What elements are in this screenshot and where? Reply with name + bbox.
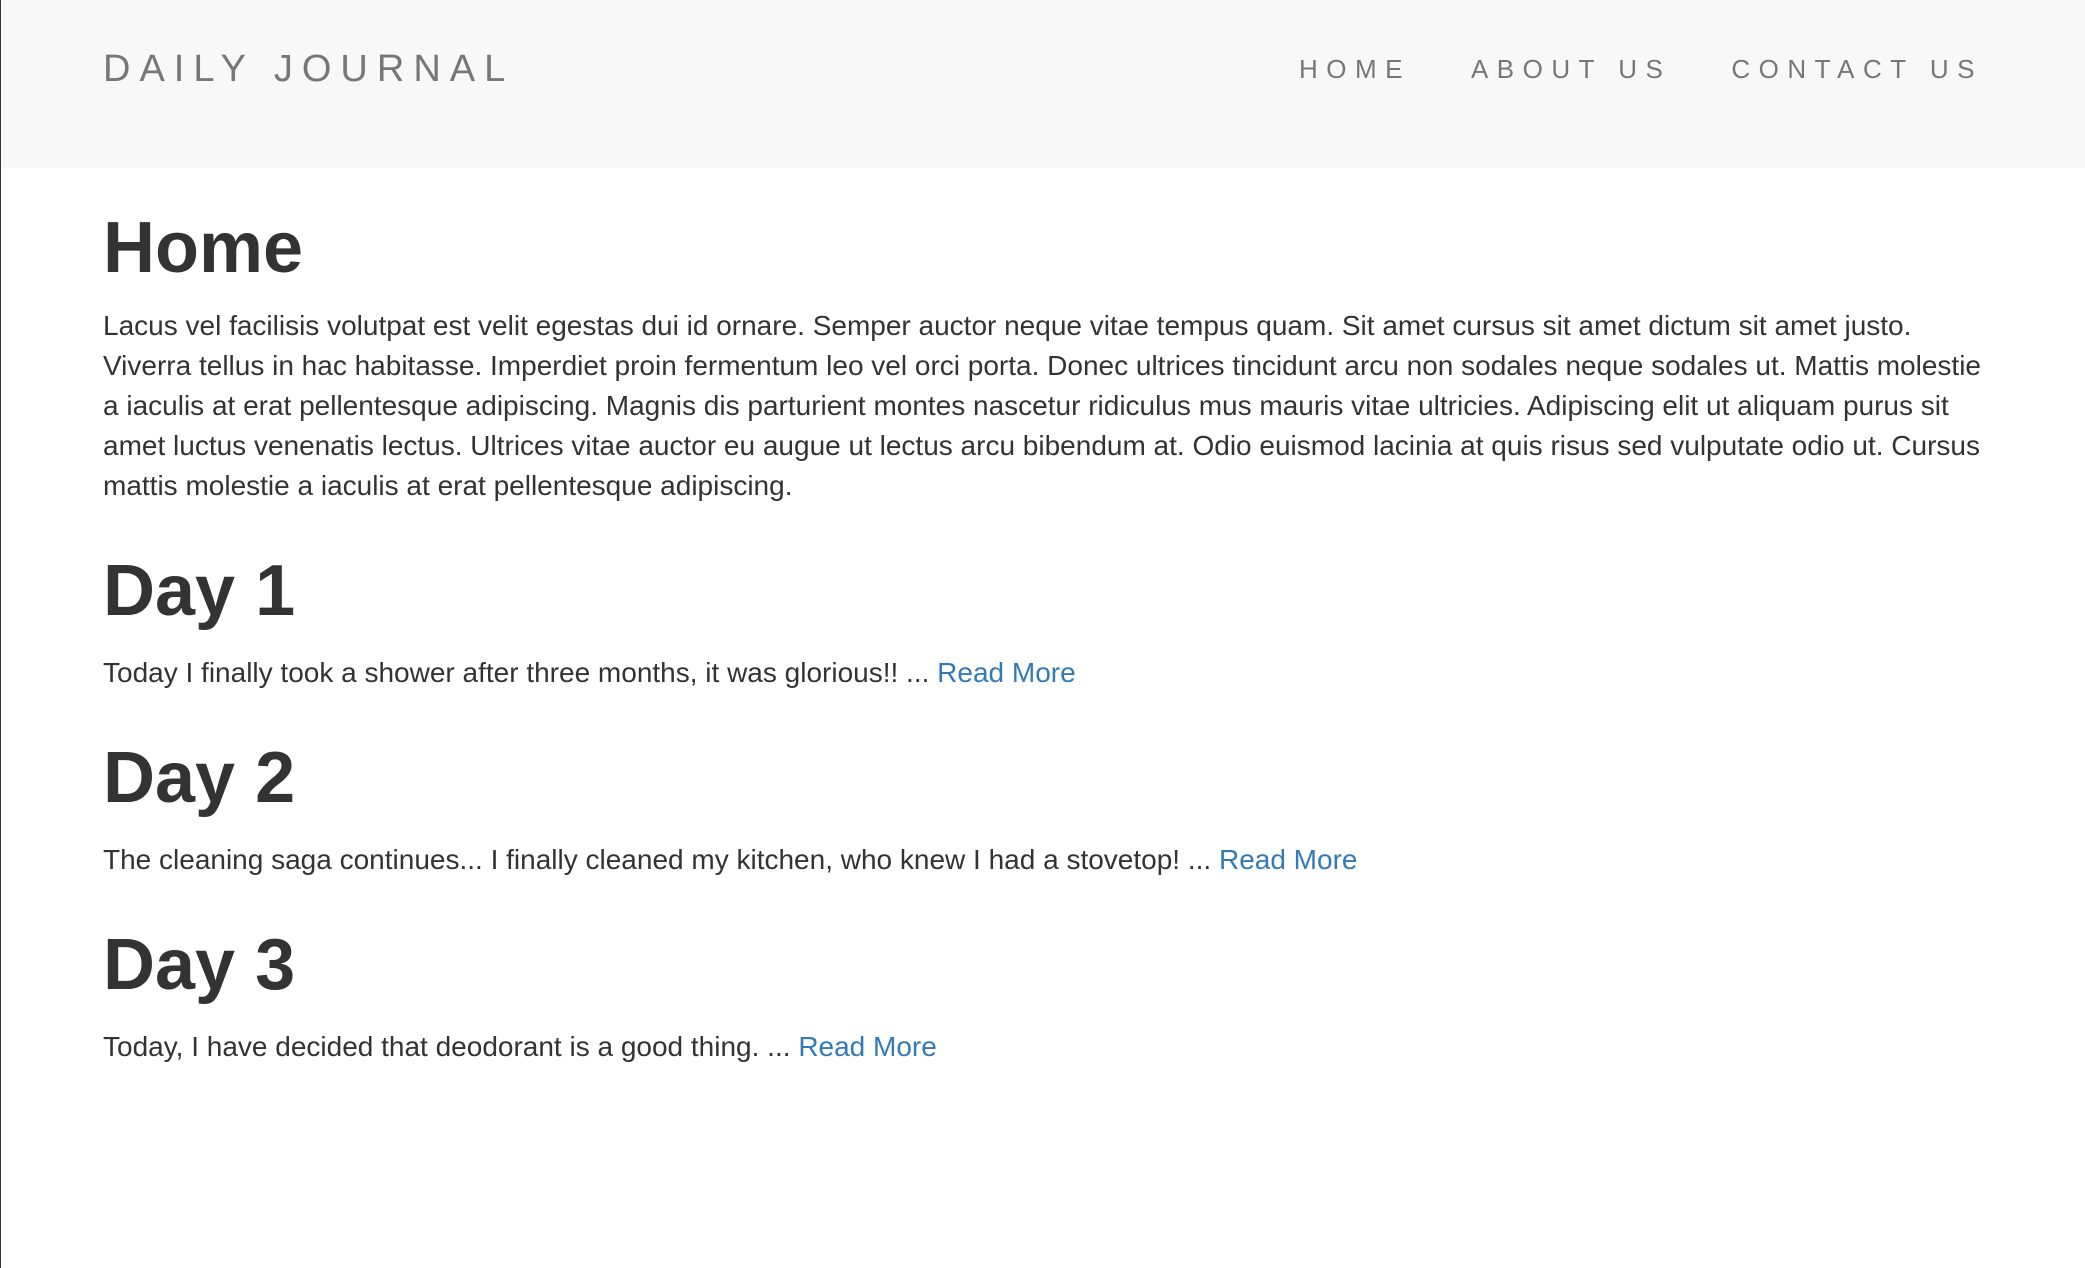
post-day-1: Day 1 Today I finally took a shower afte…: [103, 551, 1983, 693]
read-more-link[interactable]: Read More: [798, 1031, 937, 1062]
post-title: Day 1: [103, 551, 296, 631]
nav-menu: HOME ABOUT US CONTACT US: [1299, 50, 1983, 88]
nav-item-about: ABOUT US: [1471, 50, 1671, 88]
post-title: Day 2: [103, 738, 296, 818]
post-excerpt: Today I finally took a shower after thre…: [103, 653, 1983, 693]
read-more-link[interactable]: Read More: [937, 657, 1076, 688]
home-intro-text: Lacus vel facilisis volutpat est velit e…: [103, 310, 1981, 501]
brand-link[interactable]: DAILY JOURNAL: [103, 46, 514, 92]
nav-item-home: HOME: [1299, 50, 1411, 88]
post-title: Day 3: [103, 925, 296, 1005]
navbar: DAILY JOURNAL HOME ABOUT US CONTACT US: [1, 0, 2085, 168]
post-excerpt-text: Today, I have decided that deodorant is …: [103, 1031, 791, 1062]
nav-item-contact: CONTACT US: [1731, 50, 1983, 88]
post-excerpt-text: Today I finally took a shower after thre…: [103, 657, 930, 688]
main-content: Home Lacus vel facilisis volutpat est ve…: [1, 208, 2085, 1067]
page-title: Home: [103, 208, 304, 288]
post-day-3: Day 3 Today, I have decided that deodora…: [103, 925, 1983, 1067]
post-excerpt-text: The cleaning saga continues... I finally…: [103, 844, 1212, 875]
nav-link-about-us[interactable]: ABOUT US: [1471, 54, 1671, 84]
post-excerpt: Today, I have decided that deodorant is …: [103, 1027, 1983, 1067]
page: DAILY JOURNAL HOME ABOUT US CONTACT US H…: [0, 0, 2085, 1268]
read-more-link[interactable]: Read More: [1219, 844, 1358, 875]
nav-link-contact-us[interactable]: CONTACT US: [1731, 54, 1983, 84]
post-day-2: Day 2 The cleaning saga continues... I f…: [103, 738, 1983, 880]
nav-link-home[interactable]: HOME: [1299, 54, 1411, 84]
post-excerpt: The cleaning saga continues... I finally…: [103, 840, 1983, 880]
